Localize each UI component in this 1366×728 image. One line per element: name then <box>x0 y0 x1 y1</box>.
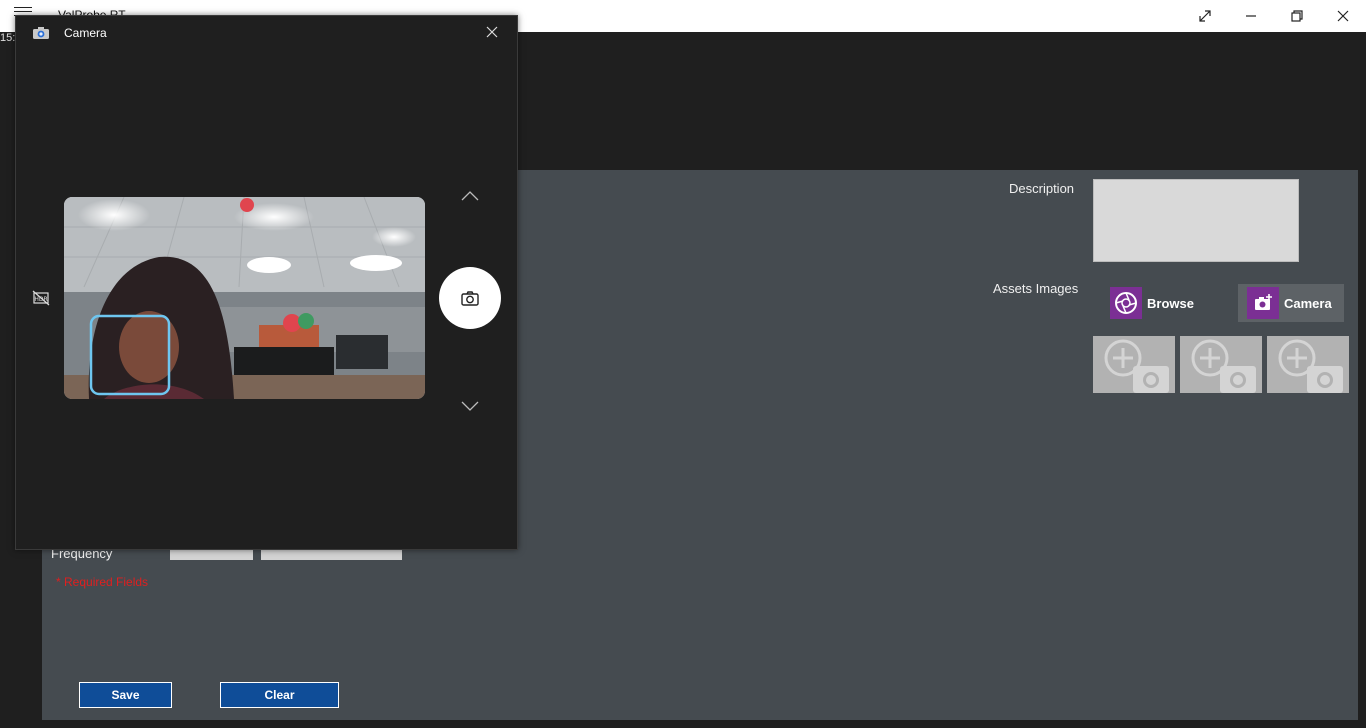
add-photo-icon <box>1104 339 1169 393</box>
camera-app-icon <box>32 26 50 45</box>
required-fields-note: * Required Fields <box>56 575 149 589</box>
clear-button[interactable]: Clear <box>220 682 339 708</box>
image-slot-1[interactable] <box>1093 336 1175 393</box>
add-photo-icon <box>1191 339 1256 393</box>
aperture-icon <box>1110 287 1142 319</box>
fullscreen-button[interactable] <box>1182 0 1228 32</box>
camera-label: Camera <box>1284 295 1332 311</box>
shutter-button[interactable] <box>439 267 501 329</box>
add-camera-icon <box>1247 287 1279 319</box>
image-slot-3[interactable] <box>1267 336 1349 393</box>
camera-close-button[interactable] <box>486 25 498 43</box>
minimize-icon <box>1246 15 1256 17</box>
image-slot-2[interactable] <box>1180 336 1262 393</box>
camera-shutter-icon <box>461 291 479 306</box>
assets-images-label: Assets Images <box>993 281 1079 296</box>
restore-icon <box>1291 10 1303 22</box>
browse-button[interactable]: Browse <box>1108 284 1228 322</box>
minimize-button[interactable] <box>1228 0 1274 32</box>
camera-dialog: Camera HDR <box>15 15 518 550</box>
chevron-up-icon[interactable] <box>461 188 479 206</box>
close-button[interactable] <box>1320 0 1366 32</box>
close-icon <box>486 26 498 38</box>
close-icon <box>1337 10 1349 22</box>
browse-label: Browse <box>1147 295 1194 311</box>
description-input[interactable] <box>1093 179 1299 262</box>
chevron-down-icon[interactable] <box>461 398 479 416</box>
save-button[interactable]: Save <box>79 682 172 708</box>
clock-text: 15: <box>0 32 16 44</box>
restore-button[interactable] <box>1274 0 1320 32</box>
description-label: Description <box>1009 181 1075 196</box>
camera-dialog-title: Camera <box>64 26 107 40</box>
hdr-off-icon[interactable]: HDR <box>32 290 50 311</box>
camera-preview <box>64 197 425 399</box>
add-photo-icon <box>1278 339 1343 393</box>
camera-button[interactable]: Camera <box>1238 284 1344 322</box>
expand-icon <box>1199 10 1211 22</box>
